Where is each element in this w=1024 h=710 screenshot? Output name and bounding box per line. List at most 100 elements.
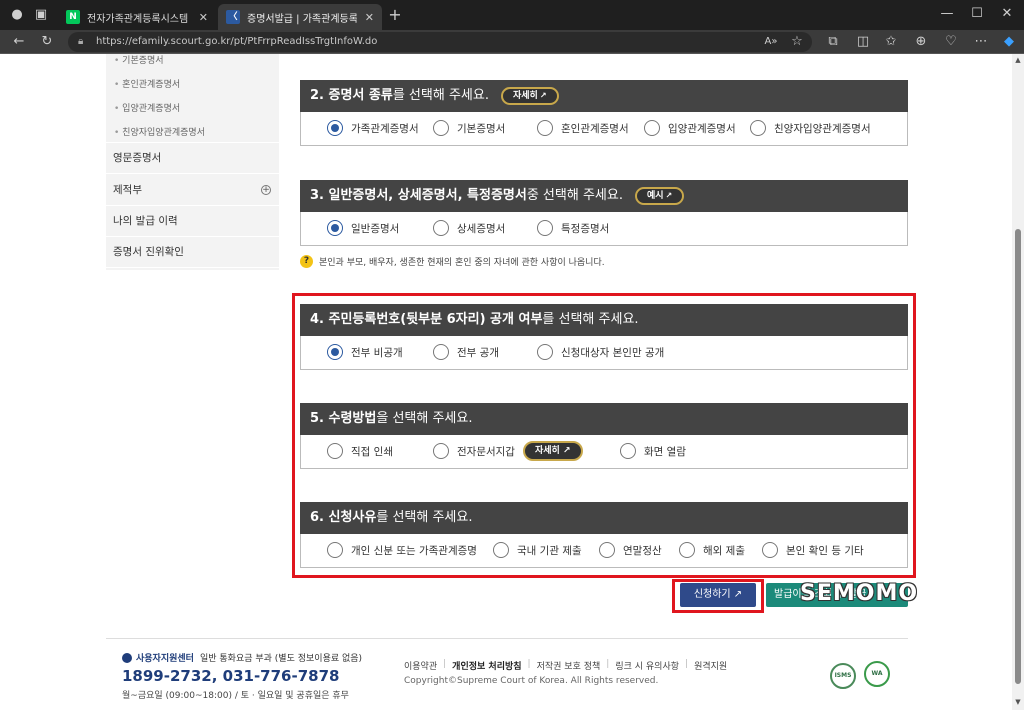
naver-favicon-icon: N	[66, 10, 80, 24]
page-content: 기본증명서 혼인관계증명서 입양관계증명서 친양자입양관계증명서 영문증명서 제…	[0, 54, 1012, 710]
sidebar-item-label: 제적부	[113, 184, 142, 196]
sidebar-subitem-full-adoption[interactable]: 친양자입양관계증명서	[114, 125, 205, 138]
expand-plus-icon[interactable]: +	[261, 185, 271, 195]
radio-label: 친양자입양관계증명서	[774, 122, 871, 135]
radio-label: 입양관계증명서	[668, 122, 736, 135]
terms-link[interactable]: 이용약관	[404, 659, 437, 672]
sidebar: 기본증명서 혼인관계증명서 입양관계증명서 친양자입양관계증명서 영문증명서 제…	[106, 54, 279, 270]
radio-selected-icon	[327, 220, 343, 236]
section-certificate-type: 2. 증명서 종류 를 선택해 주세요. 자세히 ↗ 가족관계증명서 기본증명서 혼…	[300, 80, 908, 146]
url-text: https://efamily.scourt.go.kr/pt/PtFrrpRe…	[96, 36, 378, 47]
tab-naver[interactable]: N 전자가족관계등록시스템 : 네이버 ✕	[58, 4, 216, 30]
radio-icon	[433, 120, 449, 136]
radio-label: 가족관계증명서	[351, 122, 419, 135]
divider: |	[606, 659, 610, 669]
divider: |	[527, 659, 531, 669]
details-button[interactable]: 자세히 ↗	[500, 87, 559, 105]
reload-icon[interactable]: ↻	[36, 32, 58, 52]
section-certificate-kind: 3. 일반증명서, 상세증명서, 특정증명서 중 선택해 주세요. 예시 ↗ 일반…	[300, 180, 908, 246]
radio-label: 기본증명서	[457, 122, 506, 135]
favorites-icon[interactable]: ✩	[880, 32, 902, 52]
apply-highlight-box	[672, 579, 764, 613]
minimize-icon[interactable]: —	[936, 4, 958, 24]
split-screen-icon[interactable]: ◫	[852, 32, 874, 52]
read-aloud-icon[interactable]: A»	[760, 32, 782, 52]
privacy-link[interactable]: 개인정보 처리방침	[452, 659, 521, 672]
scroll-up-icon[interactable]: ▲	[1012, 56, 1024, 64]
support-phone: 1899-2732, 031-776-7878	[122, 667, 340, 685]
radio-family[interactable]: 가족관계증명서	[327, 120, 419, 136]
extensions-icon[interactable]: ⧉	[822, 32, 844, 52]
section-title: 3. 일반증명서, 상세증명서, 특정증명서	[310, 188, 527, 203]
radio-label: 상세증명서	[457, 222, 506, 235]
maximize-icon[interactable]: ☐	[966, 4, 988, 24]
close-tab-icon[interactable]: ✕	[365, 11, 374, 24]
health-icon[interactable]: ♡	[940, 32, 962, 52]
section-title: 2. 증명서 종류	[310, 88, 393, 103]
support-center: 사용자지원센터 일반 통화요금 부과 (별도 정보이용료 없음)	[122, 651, 362, 664]
favorite-star-icon[interactable]: ☆	[786, 32, 808, 52]
radio-icon	[644, 120, 660, 136]
radio-label: 일반증명서	[351, 222, 400, 235]
section-header: 2. 증명서 종류 를 선택해 주세요. 자세히 ↗	[300, 80, 908, 112]
footer: 사용자지원센터 일반 통화요금 부과 (별도 정보이용료 없음) 1899-27…	[106, 638, 908, 710]
highlight-box	[292, 293, 916, 578]
details-label: 자세히	[512, 91, 538, 101]
collections-icon[interactable]: ⊕	[910, 32, 932, 52]
radio-general[interactable]: 일반증명서	[327, 220, 399, 236]
link-notice-link[interactable]: 링크 시 유의사항	[615, 659, 679, 672]
info-note: ? 본인과 부모, 배우자, 생존한 현재의 혼인 중의 자녀에 관한 사항이 …	[300, 255, 605, 268]
sidebar-subitem-basic[interactable]: 기본증명서	[114, 54, 163, 66]
address-bar-row: ← ↻ 🔒︎ https://efamily.scourt.go.kr/pt/P…	[0, 30, 1024, 54]
back-icon[interactable]: ←	[8, 32, 30, 52]
copilot-icon[interactable]: ◆	[998, 32, 1020, 52]
sidebar-item-removed-register[interactable]: 제적부 +	[106, 175, 279, 206]
copyright: Copyright©Supreme Court of Korea. All Ri…	[404, 676, 659, 686]
example-button[interactable]: 예시 ↗	[634, 187, 685, 205]
radio-icon	[537, 220, 553, 236]
divider: |	[685, 659, 689, 669]
wa-badge-icon: WA	[864, 661, 890, 687]
remote-support-link[interactable]: 원격지원	[694, 659, 727, 672]
radio-icon	[750, 120, 766, 136]
question-icon: ?	[300, 255, 313, 268]
copyright-policy-link[interactable]: 저작권 보호 정책	[537, 659, 601, 672]
section-title-suffix: 를 선택해 주세요.	[392, 88, 489, 103]
close-tab-icon[interactable]: ✕	[199, 11, 208, 24]
sidebar-item-history[interactable]: 나의 발급 이력	[106, 206, 279, 237]
sidebar-subitem-marriage[interactable]: 혼인관계증명서	[114, 77, 180, 90]
sidebar-subitem-adoption[interactable]: 입양관계증명서	[114, 101, 180, 114]
radio-icon	[537, 120, 553, 136]
more-menu-icon[interactable]: ⋯	[970, 32, 992, 52]
new-tab-icon[interactable]: +	[384, 5, 406, 25]
radio-detailed[interactable]: 상세증명서	[433, 220, 505, 236]
options-row: 가족관계증명서 기본증명서 혼인관계증명서 입양관계증명서 친양자입양관계증명서	[300, 112, 908, 146]
radio-icon	[433, 220, 449, 236]
radio-selected-icon	[327, 120, 343, 136]
radio-marriage[interactable]: 혼인관계증명서	[537, 120, 629, 136]
radio-specific[interactable]: 특정증명서	[537, 220, 609, 236]
page-scrollbar[interactable]: ▲ ▼	[1012, 54, 1024, 710]
radio-adoption[interactable]: 입양관계증명서	[644, 120, 736, 136]
example-label: 예시	[646, 191, 664, 201]
profile-avatar-icon[interactable]: ●	[6, 5, 28, 25]
scroll-down-icon[interactable]: ▼	[1012, 698, 1024, 706]
tab-efamily[interactable]: 〈 증명서발급 | 가족관계등록부 | 가 ✕	[218, 4, 382, 30]
phone-icon	[122, 652, 132, 663]
close-window-icon[interactable]: ✕	[996, 4, 1018, 24]
scrollbar-thumb[interactable]	[1015, 229, 1021, 684]
url-field[interactable]: 🔒︎ https://efamily.scourt.go.kr/pt/PtFrr…	[68, 32, 812, 52]
sidebar-item-verify[interactable]: 증명서 진위확인	[106, 237, 279, 268]
external-link-icon: ↗	[665, 191, 673, 200]
tab-title: 증명서발급 | 가족관계등록부 | 가	[247, 13, 357, 25]
sidebar-menu: 영문증명서 제적부 + 나의 발급 이력 증명서 진위확인	[106, 142, 279, 270]
tab-actions-icon[interactable]: ▣	[30, 5, 52, 25]
sidebar-item-english[interactable]: 영문증명서	[106, 143, 279, 174]
support-center-title: 사용자지원센터	[136, 654, 194, 664]
radio-label: 특정증명서	[561, 222, 610, 235]
support-center-note: 일반 통화요금 부과 (별도 정보이용료 없음)	[199, 654, 363, 664]
radio-full-adoption[interactable]: 친양자입양관계증명서	[750, 120, 871, 136]
radio-basic[interactable]: 기본증명서	[433, 120, 505, 136]
divider: |	[443, 659, 447, 669]
section-header: 3. 일반증명서, 상세증명서, 특정증명서 중 선택해 주세요. 예시 ↗	[300, 180, 908, 212]
